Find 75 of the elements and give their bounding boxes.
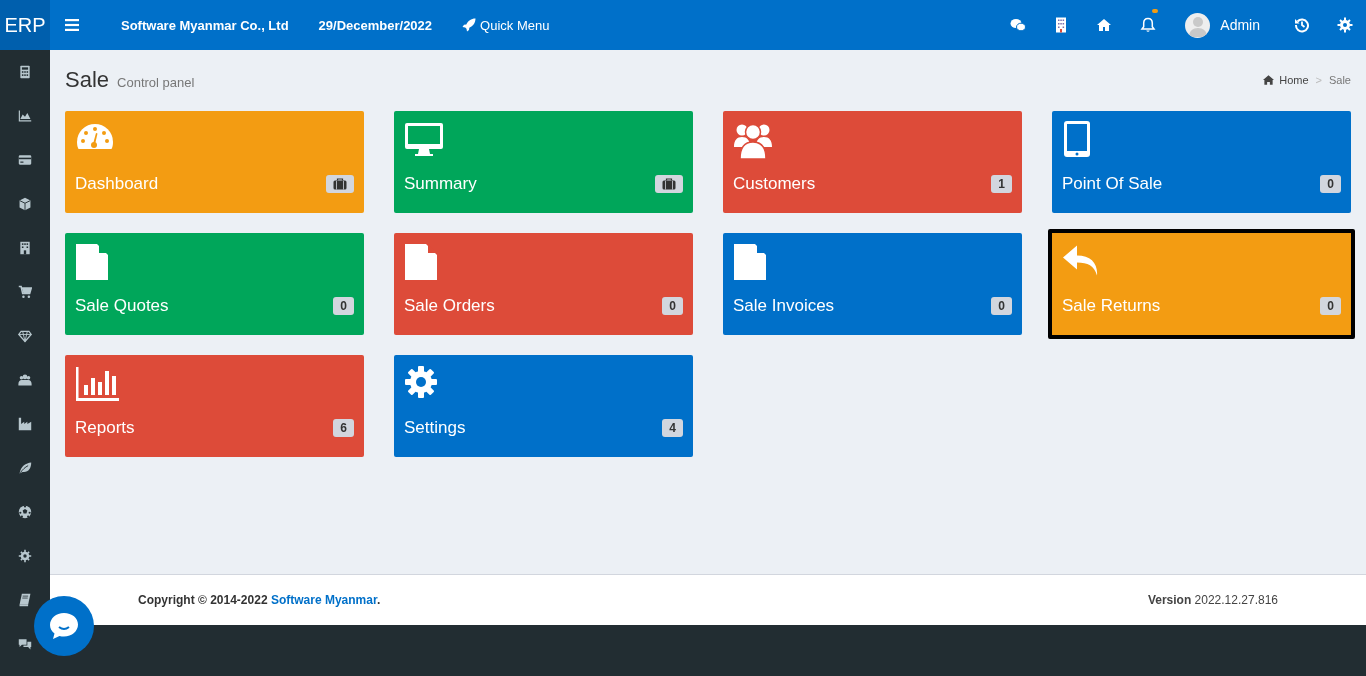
version-text: Version 2022.12.27.816 [1147, 593, 1278, 607]
page-title: Sale [65, 67, 110, 93]
calculator-icon[interactable] [18, 65, 32, 79]
area-chart-icon[interactable] [18, 109, 32, 123]
count-badge: 0 [662, 297, 683, 315]
current-date: 29/December/2022 [318, 17, 433, 33]
menu-tile[interactable]: Sale Quotes 0 [65, 233, 364, 335]
quick-menu-link[interactable]: Quick Menu [462, 17, 550, 33]
users-icon [733, 121, 773, 161]
tile-label: Sale Returns [1062, 296, 1161, 316]
count-badge: 0 [1320, 175, 1341, 193]
factory-icon[interactable] [18, 417, 32, 431]
breadcrumb-separator: > [1315, 74, 1322, 86]
chat-bubbles-icon[interactable] [1009, 17, 1026, 33]
menu-tile[interactable]: Point Of Sale 0 [1052, 111, 1351, 213]
notification-bell-icon[interactable] [1140, 17, 1157, 33]
credit-card-icon[interactable] [18, 153, 32, 167]
gauge-icon [75, 121, 115, 151]
tile-label: Sale Quotes [75, 296, 169, 316]
count-badge: 6 [333, 419, 354, 437]
leaf-icon[interactable] [18, 461, 32, 475]
rocket-icon [462, 18, 477, 32]
tile-label: Sale Invoices [733, 296, 835, 316]
breadcrumb-link[interactable]: Home [1279, 74, 1309, 86]
brand-logo[interactable]: ERP [0, 0, 50, 50]
cart-icon[interactable] [18, 285, 32, 299]
file-icon [75, 243, 108, 281]
tile-label: Settings [404, 418, 466, 438]
tile-label: Summary [404, 174, 477, 194]
breadcrumb-current: Sale [1328, 74, 1351, 86]
bar-chart-icon [75, 365, 119, 401]
avatar [1185, 12, 1211, 38]
menu-tile[interactable]: Customers 1 [723, 111, 1022, 213]
diamond-icon[interactable] [18, 329, 32, 343]
tile-label: Customers [733, 174, 816, 194]
settings-icon [404, 365, 438, 399]
count-badge: 4 [662, 419, 683, 437]
file-icon [404, 243, 437, 281]
history-icon[interactable] [1293, 17, 1310, 33]
settings-icon[interactable] [1336, 17, 1353, 33]
cube-icon[interactable] [18, 197, 32, 211]
count-badge: 1 [991, 175, 1012, 193]
book-icon[interactable] [18, 593, 32, 607]
soccer-ball-icon[interactable] [18, 505, 32, 519]
company-name: Software Myanmar Co., Ltd [121, 17, 289, 33]
count-badge: 0 [1320, 297, 1341, 315]
briefcase-icon [333, 178, 347, 190]
count-badge: 0 [333, 297, 354, 315]
users-icon[interactable] [18, 373, 32, 387]
count-badge: 0 [991, 297, 1012, 315]
menu-icon[interactable] [65, 19, 79, 31]
menu-tile[interactable]: Sale Orders 0 [394, 233, 693, 335]
tile-label: Point Of Sale [1062, 174, 1163, 194]
file-icon [733, 243, 766, 281]
menu-tile[interactable]: Sale Invoices 0 [723, 233, 1022, 335]
tile-label: Dashboard [75, 174, 159, 194]
tablet-icon [1062, 121, 1092, 157]
menu-tile[interactable]: Reports 6 [65, 355, 364, 457]
tile-label: Reports [75, 418, 135, 438]
settings-icon[interactable] [18, 549, 32, 563]
tile-label: Sale Orders [404, 296, 495, 316]
home-icon[interactable] [1095, 17, 1112, 33]
home-icon [1263, 75, 1275, 85]
briefcase-icon [662, 178, 676, 190]
menu-tile[interactable]: Settings 4 [394, 355, 693, 457]
building-icon[interactable] [18, 241, 32, 255]
chat-bubble-icon [48, 611, 80, 641]
reply-arrow-icon [1062, 243, 1098, 277]
page-subtitle: Control panel [117, 75, 195, 90]
copyright-text: Copyright © 2014-2022 Software Myanmar. [138, 593, 381, 607]
monitor-icon [404, 121, 444, 157]
company-link[interactable]: Software Myanmar [270, 593, 377, 607]
comments-icon[interactable] [18, 637, 32, 651]
menu-tile[interactable]: Sale Returns 0 [1048, 229, 1355, 339]
user-menu[interactable]: Admin [1171, 12, 1280, 38]
